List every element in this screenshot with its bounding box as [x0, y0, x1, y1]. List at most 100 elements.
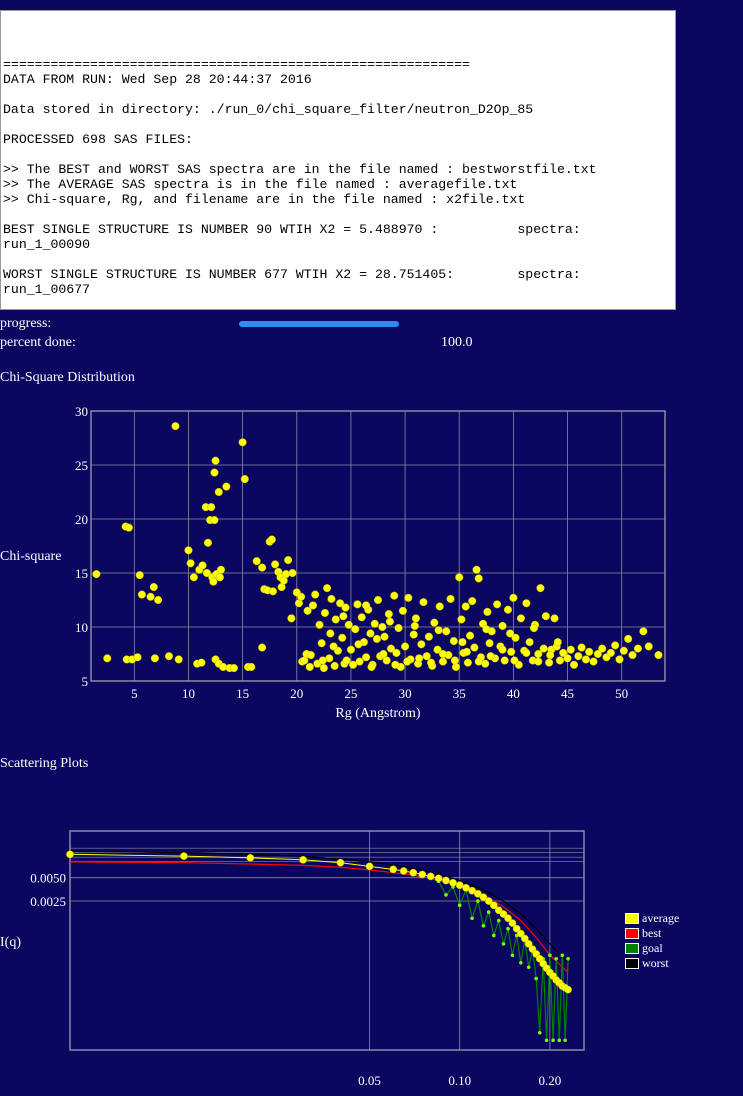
- chi-data-point: [198, 561, 207, 570]
- chi-data-point: [238, 438, 247, 447]
- chi-data-point: [507, 647, 516, 656]
- chi-square-chart: 5 10 15 20 25 30 35 40 45 50 5 10 15 20 25 30 Rg (Angstr…: [0, 404, 666, 721]
- chi-data-point: [186, 559, 195, 568]
- chi-data-point: [541, 612, 550, 621]
- chi-data-point: [422, 652, 431, 661]
- scat-goal-point: [551, 1038, 555, 1043]
- scat-goal-point: [476, 899, 480, 903]
- chi-data-point: [409, 630, 418, 639]
- chi-data-point: [342, 656, 351, 665]
- chi-data-point: [509, 593, 518, 602]
- chi-data-point: [534, 657, 543, 666]
- chi-data-point: [385, 617, 394, 626]
- chi-data-point: [210, 468, 219, 477]
- chi-data-point: [362, 653, 371, 662]
- chi-data-point: [258, 643, 267, 652]
- chi-data-point: [103, 654, 112, 663]
- chi-data-point: [287, 614, 296, 623]
- chi-data-point: [329, 642, 338, 651]
- chi-data-point: [522, 648, 531, 657]
- chi-data-point: [346, 645, 355, 654]
- chi-data-point: [628, 651, 637, 660]
- chi-data-point: [150, 654, 159, 663]
- chi-data-point: [137, 590, 146, 599]
- chi-data-point: [498, 645, 507, 654]
- chi-data-point: [247, 662, 256, 672]
- chi-data-point: [417, 640, 426, 649]
- scat-average-point: [365, 862, 374, 871]
- percent-done-value: 100.0: [441, 335, 473, 350]
- chi-data-point: [449, 636, 458, 646]
- chi-square-section-title: Chi-Square Distribution: [0, 370, 135, 385]
- chi-data-point: [330, 661, 339, 670]
- chi-data-point: [411, 614, 420, 623]
- chi-y-axis-label: Chi-square: [0, 549, 61, 564]
- chi-data-point: [503, 605, 513, 614]
- chi-data-point: [430, 618, 439, 627]
- chi-data-point: [598, 644, 607, 653]
- chi-data-point: [271, 560, 280, 569]
- chi-data-point: [574, 652, 583, 661]
- chi-data-point: [164, 652, 174, 661]
- scat-plot-frame: [69, 830, 585, 1051]
- chi-data-point: [315, 620, 324, 629]
- chi-data-point: [339, 612, 348, 621]
- chi-data-point: [320, 608, 329, 618]
- scat-goal-point: [496, 918, 501, 923]
- progress-label: progress:: [0, 316, 52, 331]
- chi-data-point: [311, 590, 320, 599]
- chi-data-point: [624, 634, 633, 643]
- chi-data-point: [415, 654, 424, 663]
- scat-average-point: [426, 872, 435, 881]
- percent-done-label: percent done:: [0, 335, 76, 350]
- chi-data-point: [215, 573, 224, 582]
- chi-data-point: [319, 663, 328, 673]
- chi-x-tick-label: 45: [561, 686, 574, 701]
- chi-data-point: [197, 658, 206, 667]
- scat-y-tick-label: 0.0025: [30, 894, 66, 909]
- chi-data-point: [633, 644, 642, 653]
- legend-swatch: [625, 943, 639, 954]
- chi-y-tick-label: 20: [75, 512, 88, 527]
- scat-goal-point: [560, 953, 565, 958]
- scat-goal-point: [444, 893, 448, 897]
- chi-data-point: [379, 649, 388, 659]
- legend-item-average: average: [625, 911, 679, 926]
- chi-data-point: [483, 607, 492, 616]
- chi-data-point: [442, 627, 451, 636]
- chi-data-point: [308, 601, 318, 610]
- chi-x-tick-label: 30: [399, 686, 412, 701]
- scat-goal-point: [537, 1030, 542, 1035]
- chi-data-point: [619, 646, 628, 655]
- chi-x-tick-label: 35: [453, 686, 466, 701]
- chi-data-point: [482, 625, 491, 634]
- chi-data-point: [546, 651, 555, 660]
- chi-data-point: [258, 563, 267, 572]
- chi-y-tick-label: 25: [75, 458, 88, 473]
- chi-data-point: [353, 600, 362, 609]
- scat-average-point: [399, 867, 408, 875]
- chi-data-point: [216, 565, 226, 574]
- chi-data-point: [124, 523, 133, 532]
- scat-goal-point: [534, 976, 538, 981]
- chi-data-point: [569, 660, 579, 669]
- output-textarea[interactable]: ========================================…: [0, 10, 676, 310]
- resize-grip-icon[interactable]: [663, 297, 673, 307]
- chi-data-point: [585, 647, 594, 656]
- chi-data-point: [450, 656, 459, 665]
- chi-data-point: [288, 568, 297, 578]
- scat-average-point: [442, 876, 450, 885]
- scat-x-tick-label: 0.10: [448, 1073, 471, 1088]
- scat-y-tick-label: 0.0050: [30, 871, 66, 886]
- scat-average-point: [449, 878, 457, 887]
- chi-data-point: [355, 657, 364, 666]
- chi-data-point: [550, 614, 559, 623]
- chi-data-point: [154, 595, 163, 605]
- chi-data-point: [222, 482, 231, 491]
- chi-data-point: [209, 577, 218, 586]
- chi-data-point: [424, 632, 433, 641]
- chi-data-point: [644, 642, 653, 651]
- scat-goal-point: [501, 942, 506, 946]
- chi-data-point: [384, 609, 393, 619]
- chi-data-point: [344, 620, 353, 629]
